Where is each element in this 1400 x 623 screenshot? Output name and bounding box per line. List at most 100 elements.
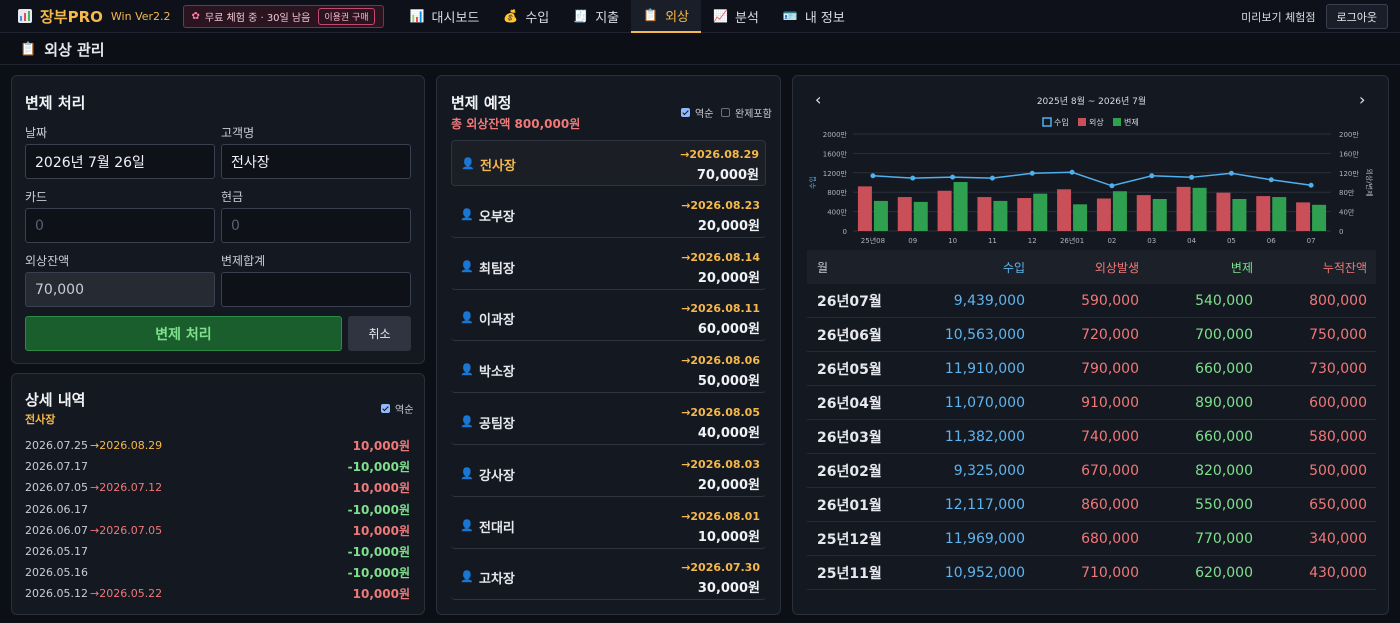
main-nav: 📊 대시보드 💰 수입 🧾 지출 📋 외상 📈 분석 🪪 내 정보 xyxy=(398,0,857,33)
table-row[interactable]: 26년05월 11,910,000 790,000 660,000 730,000 xyxy=(807,352,1376,386)
table-row[interactable]: 26년02월 9,325,000 670,000 820,000 500,000 xyxy=(807,454,1376,488)
nav-item-2[interactable]: 🧾 지출 xyxy=(561,0,631,33)
table-cell: 9,325,000 xyxy=(953,462,1025,479)
nav-item-0[interactable]: 📊 대시보드 xyxy=(398,0,492,33)
schedule-item[interactable]: 👤 최팀장 →2026.08.14 20,000원 xyxy=(451,244,766,290)
logout-button[interactable]: 로그아웃 xyxy=(1325,4,1388,29)
schedule-due-date: →2026.08.06 xyxy=(681,354,760,368)
table-row[interactable]: 26년07월 9,439,000 590,000 540,000 800,000 xyxy=(807,284,1376,318)
cash-input[interactable]: 0 xyxy=(221,208,411,243)
table-cell: 720,000 xyxy=(1081,326,1139,343)
include-done-checkbox[interactable]: 완제포함 xyxy=(721,105,772,120)
schedule-customer: 공팀장 xyxy=(479,417,515,432)
table-cell: 650,000 xyxy=(1309,496,1367,513)
schedule-item[interactable]: 👤 고차장 →2026.07.30 30,000원 xyxy=(451,554,766,601)
bar-repay xyxy=(1073,204,1088,231)
right-tick-label: 40만 xyxy=(1339,208,1355,217)
money-bag-icon: 💰 xyxy=(503,9,519,23)
schedule-item[interactable]: 👤 공팀장 →2026.08.05 40,000원 xyxy=(451,399,766,445)
buy-pass-button[interactable]: 이용권 구매 xyxy=(318,7,375,25)
bar-credit xyxy=(977,197,992,231)
detail-amount: 10,000원 xyxy=(352,439,410,453)
table-cell: 660,000 xyxy=(1195,428,1253,445)
repay-submit-button[interactable]: 변제 처리 xyxy=(25,316,342,351)
table-row[interactable]: 26년06월 10,563,000 720,000 700,000 750,000 xyxy=(807,318,1376,352)
right-tick-label: 80만 xyxy=(1339,188,1355,197)
detail-row: 2026.06.07 →2026.07.05 10,000원 xyxy=(25,520,410,541)
nav-label: 대시보드 xyxy=(431,10,480,26)
repay-title: 변제 처리 xyxy=(25,94,86,112)
detail-reverse-checkbox[interactable]: 역순 xyxy=(381,401,413,416)
income-point xyxy=(1228,170,1234,176)
table-cell: 9,439,000 xyxy=(953,292,1025,309)
schedule-item[interactable]: 👤 이과장 →2026.08.11 60,000원 xyxy=(451,295,766,342)
schedule-item[interactable]: 👤 박소장 →2026.08.06 50,000원 xyxy=(451,347,766,394)
schedule-customer: 최팀장 xyxy=(479,261,515,277)
bar-repay xyxy=(1272,197,1287,231)
person-icon: 👤 xyxy=(461,157,475,170)
table-cell: 26년05월 xyxy=(817,361,882,378)
page-header: 📋 외상 관리 xyxy=(0,34,1400,65)
table-row[interactable]: 26년04월 11,070,000 910,000 890,000 600,000 xyxy=(807,386,1376,420)
table-cell: 680,000 xyxy=(1081,530,1139,547)
trend-icon: 📈 xyxy=(713,9,728,23)
table-cell: 25년11월 xyxy=(817,565,882,582)
right-tick-label: 200만 xyxy=(1339,130,1359,139)
schedule-amount: 20,000원 xyxy=(697,218,760,234)
date-field[interactable]: 2026년 7월 26일 xyxy=(25,144,215,179)
table-cell: 430,000 xyxy=(1309,564,1367,581)
detail-date: 2026.05.16 xyxy=(25,566,88,580)
detail-row: 2026.06.17 -10,000원 xyxy=(25,499,410,520)
schedule-due-date: →2026.08.05 xyxy=(681,406,760,419)
schedule-item[interactable]: 👤 강사장 →2026.08.03 20,000원 xyxy=(451,451,766,497)
table-row[interactable]: 26년01월 12,117,000 860,000 550,000 650,000 xyxy=(807,488,1376,522)
checkbox-unchecked-icon xyxy=(721,108,730,117)
repay-total-field[interactable] xyxy=(221,272,411,307)
nav-label: 수입 xyxy=(525,10,550,26)
receipt-icon: 🧾 xyxy=(573,9,589,23)
column-header: 수입 xyxy=(1002,260,1025,275)
detail-amount: -10,000원 xyxy=(347,502,410,517)
nav-item-1[interactable]: 💰 수입 xyxy=(491,0,561,33)
trial-banner: ✿ 무료 체험 중 · 30일 남음 이용권 구매 xyxy=(182,4,384,28)
x-tick-label: 10 xyxy=(948,237,957,245)
left-tick-label: 1200만 xyxy=(823,169,848,178)
schedule-reverse-label: 역순 xyxy=(695,109,714,120)
person-icon: 👤 xyxy=(460,570,474,584)
nav-item-5[interactable]: 🪪 내 정보 xyxy=(771,0,857,33)
schedule-amount: 40,000원 xyxy=(697,426,760,441)
table-cell: 740,000 xyxy=(1081,428,1139,445)
schedule-item[interactable]: 👤 오부장 →2026.08.23 20,000원 xyxy=(451,192,766,238)
card-input[interactable]: 0 xyxy=(25,208,215,243)
table-cell: 550,000 xyxy=(1195,496,1253,513)
customer-field[interactable]: 전사장 xyxy=(221,144,411,179)
cancel-button[interactable]: 취소 xyxy=(348,316,411,351)
person-icon: 👤 xyxy=(460,363,474,377)
table-cell: 600,000 xyxy=(1309,394,1367,411)
schedule-due-date: →2026.08.11 xyxy=(681,302,760,316)
app-logo[interactable]: 장부PRO Win Ver2.2 xyxy=(18,6,171,27)
income-point xyxy=(1069,169,1075,175)
x-tick-label: 11 xyxy=(988,237,997,245)
schedule-due-date: →2026.08.01 xyxy=(681,509,760,523)
schedule-item[interactable]: 👤 전사장 →2026.08.29 70,000원 xyxy=(451,140,766,186)
nav-item-3[interactable]: 📋 외상 xyxy=(631,0,702,33)
bar-repay xyxy=(993,200,1008,231)
person-icon: 👤 xyxy=(460,207,474,221)
schedule-customer: 고차장 xyxy=(479,572,515,588)
top-bar: 장부PRO Win Ver2.2 ✿ 무료 체험 중 · 30일 남음 이용권 … xyxy=(0,0,1400,33)
table-cell: 580,000 xyxy=(1309,428,1367,445)
right-tick-label: 0 xyxy=(1339,228,1343,236)
schedule-amount: 60,000원 xyxy=(697,322,760,338)
customer-label: 고객명 xyxy=(221,126,255,140)
table-row[interactable]: 26년03월 11,382,000 740,000 660,000 580,000 xyxy=(807,420,1376,454)
schedule-item[interactable]: 👤 전대리 →2026.08.01 10,000원 xyxy=(451,503,766,549)
schedule-reverse-checkbox[interactable]: 역순 xyxy=(681,105,713,120)
nav-item-4[interactable]: 📈 분석 xyxy=(701,0,771,33)
app-version: Win Ver2.2 xyxy=(110,9,171,23)
table-row[interactable]: 25년12월 11,969,000 680,000 770,000 340,000 xyxy=(807,522,1376,556)
legend-swatch xyxy=(1042,117,1052,127)
table-row[interactable]: 25년11월 10,952,000 710,000 620,000 430,000 xyxy=(807,556,1376,590)
person-icon: 👤 xyxy=(460,311,474,325)
left-tick-label: 400만 xyxy=(827,208,847,217)
